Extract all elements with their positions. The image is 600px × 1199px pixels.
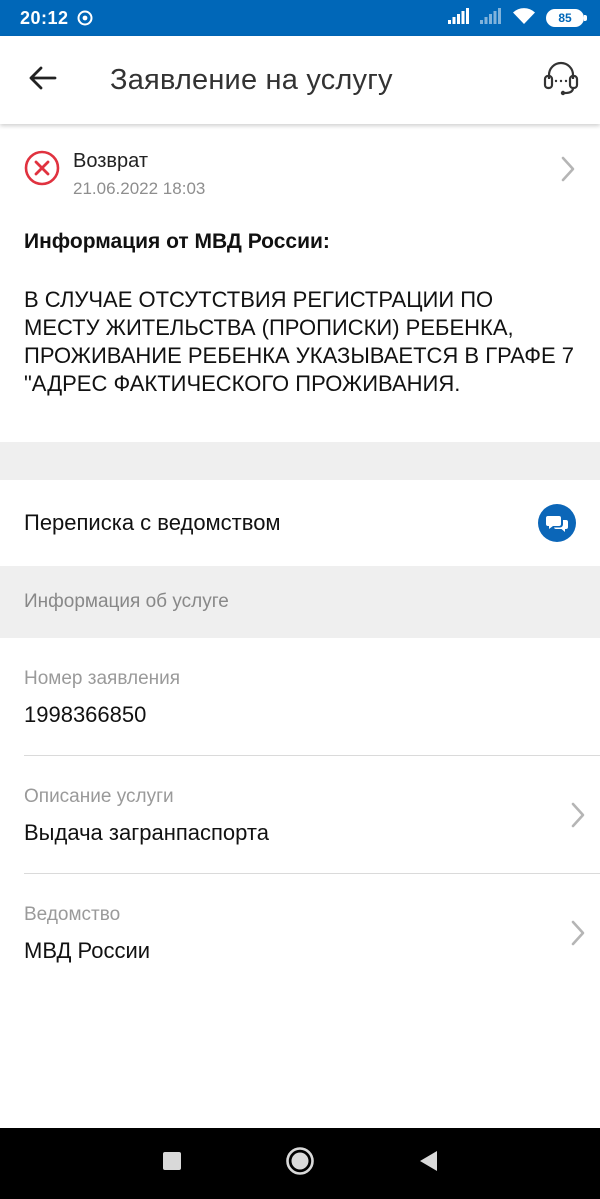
field-service-description[interactable]: Описание услуги Выдача загранпаспорта: [0, 756, 600, 874]
status-time: 20:12: [20, 7, 69, 28]
home-button[interactable]: [280, 1144, 320, 1184]
chevron-right-icon: [568, 800, 588, 830]
field-value: Выдача загранпаспорта: [24, 820, 269, 845]
correspondence-row[interactable]: Переписка с ведомством: [0, 480, 600, 566]
arrow-left-icon: [29, 66, 57, 95]
field-label: Ведомство: [24, 904, 121, 925]
chevron-right-icon: [558, 154, 578, 184]
wifi-icon: [512, 7, 536, 30]
field-value: МВД России: [24, 938, 151, 963]
status-indicators: 85: [448, 7, 587, 30]
field-label: Номер заявления: [24, 668, 181, 689]
field-application-number: Номер заявления 1998366850: [0, 638, 600, 756]
signal-icon: [480, 7, 502, 29]
square-icon: [162, 1151, 182, 1176]
signal-icon: [448, 7, 470, 29]
field-department[interactable]: Ведомство МВД России: [0, 874, 600, 992]
application-status[interactable]: Возврат 21.06.2022 18:03: [0, 124, 600, 206]
triangle-back-icon: [417, 1149, 439, 1178]
back-button[interactable]: [0, 36, 86, 124]
system-nav-bar: [0, 1128, 600, 1199]
app-header: Заявление на услугу: [0, 36, 600, 124]
status-bar: 20:12 85: [0, 0, 600, 36]
support-button[interactable]: [536, 54, 586, 104]
info-title: Информация от МВД России:: [24, 230, 330, 253]
info-message: В СЛУЧАЕ ОТСУТСТВИЯ РЕГИСТРАЦИИ ПО МЕСТУ…: [24, 287, 574, 396]
status-label: Возврат: [73, 150, 148, 172]
section-divider: [0, 442, 600, 480]
battery-icon: 85: [546, 9, 587, 27]
status-texts: Возврат 21.06.2022 18:03: [73, 150, 205, 199]
headset-icon: [541, 57, 581, 102]
chevron-right-icon: [568, 918, 588, 948]
battery-level: 85: [558, 11, 572, 25]
status-date: 21.06.2022 18:03: [73, 179, 206, 198]
section-title: Информация об услуге: [24, 591, 229, 612]
service-info-header: Информация об услуге: [0, 566, 600, 638]
field-value: 1998366850: [24, 702, 147, 727]
chat-icon: [538, 504, 576, 542]
field-label: Описание услуги: [24, 786, 174, 807]
correspondence-label: Переписка с ведомством: [24, 510, 281, 535]
page-title: Заявление на услугу: [110, 63, 393, 96]
circle-icon: [285, 1146, 315, 1181]
notification-icon: [77, 10, 93, 26]
recent-apps-button[interactable]: [152, 1144, 192, 1184]
back-nav-button[interactable]: [408, 1144, 448, 1184]
error-circle-icon: [24, 150, 60, 186]
